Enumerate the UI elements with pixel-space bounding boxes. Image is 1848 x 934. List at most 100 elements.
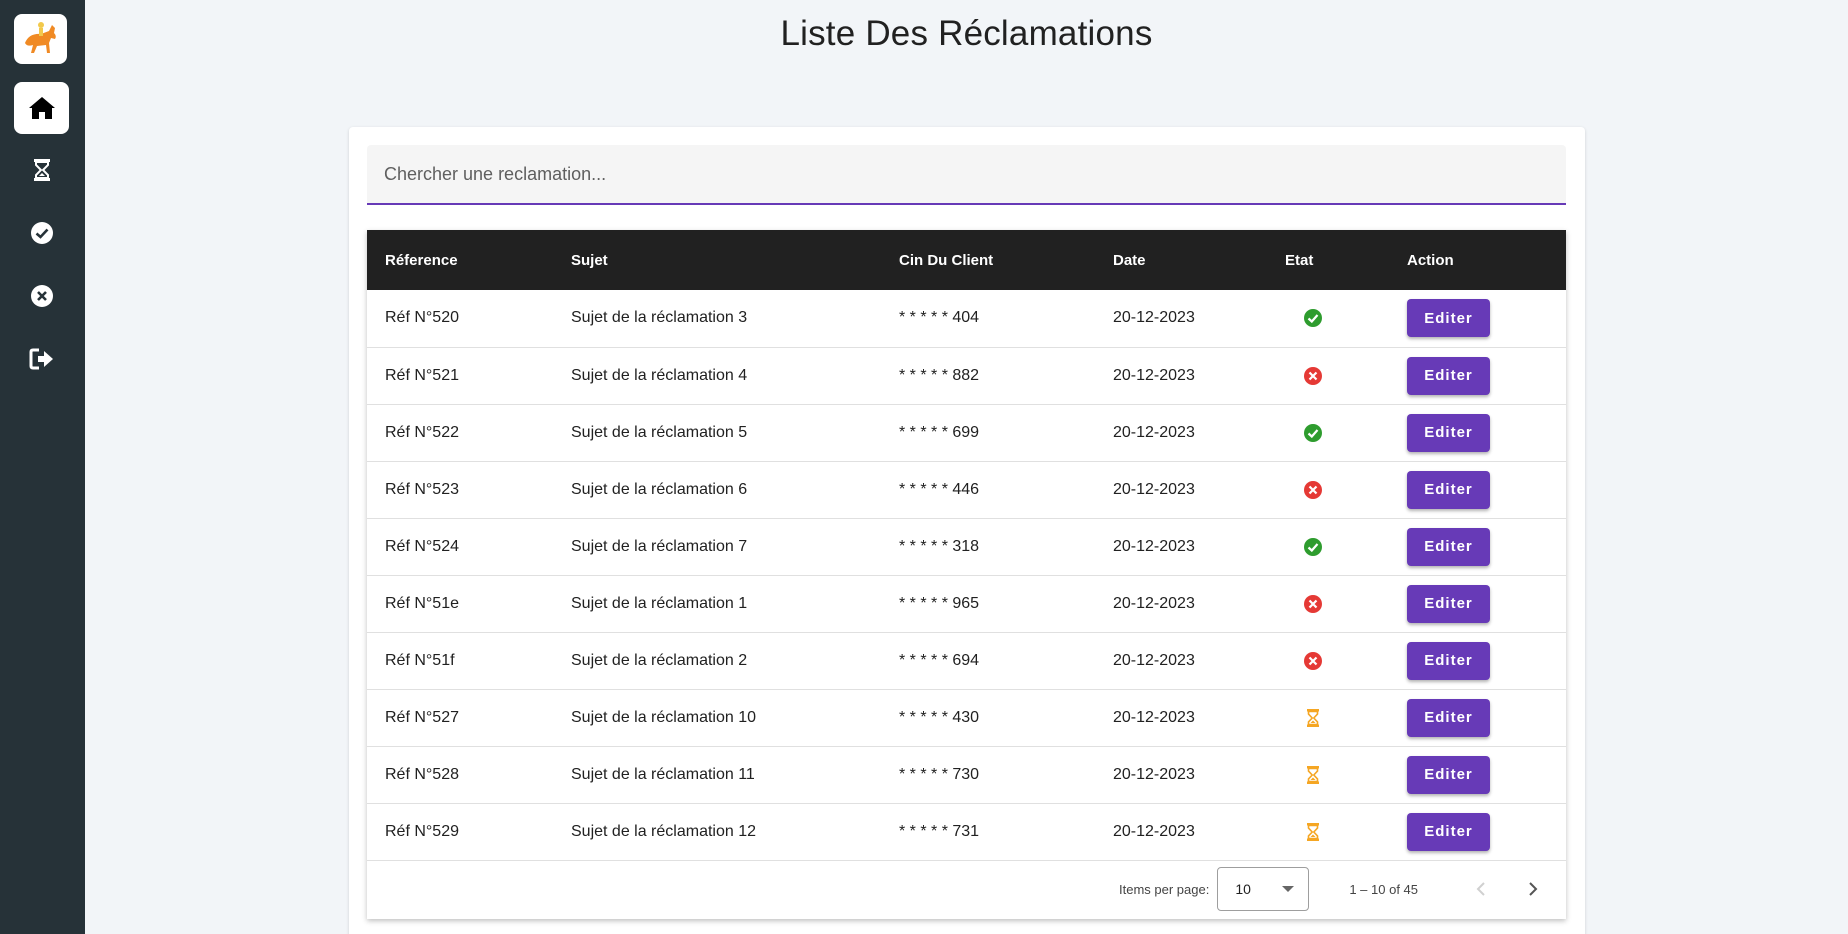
edit-button[interactable]: Editer — [1407, 356, 1490, 395]
x-circle-icon — [1303, 366, 1323, 386]
cell-cin: * * * * * 318 — [899, 537, 980, 555]
cell-etat — [1267, 803, 1389, 860]
cell-etat — [1267, 518, 1389, 575]
cell-date: 20-12-2023 — [1113, 651, 1195, 669]
cell-sujet: Sujet de la réclamation 4 — [571, 366, 748, 384]
cell-cin: * * * * * 694 — [899, 651, 980, 669]
cell-reference: Réf N°520 — [385, 309, 459, 327]
cell-date: 20-12-2023 — [1113, 309, 1195, 327]
cell-etat — [1267, 347, 1389, 404]
cell-action: Editer — [1389, 746, 1566, 803]
search-field[interactable] — [367, 145, 1566, 205]
table-row[interactable]: Réf N°528 Sujet de la réclamation 11 * *… — [367, 746, 1566, 803]
cell-date: 20-12-2023 — [1113, 594, 1195, 612]
table-row[interactable]: Réf N°521 Sujet de la réclamation 4 * * … — [367, 347, 1566, 404]
cell-reference: Réf N°529 — [385, 822, 459, 840]
cell-action: Editer — [1389, 689, 1566, 746]
cell-cin: * * * * * 731 — [899, 822, 980, 840]
table-row[interactable]: Réf N°522 Sujet de la réclamation 5 * * … — [367, 404, 1566, 461]
cell-reference: Réf N°522 — [385, 423, 459, 441]
cell-action: Editer — [1389, 803, 1566, 860]
check-circle-icon — [1303, 423, 1323, 443]
sidebar-item-logout[interactable] — [14, 333, 69, 385]
table-row[interactable]: Réf N°520 Sujet de la réclamation 3 * * … — [367, 290, 1566, 347]
cell-reference: Réf N°524 — [385, 537, 459, 555]
cell-action: Editer — [1389, 518, 1566, 575]
table-row[interactable]: Réf N°523 Sujet de la réclamation 6 * * … — [367, 461, 1566, 518]
edit-button[interactable]: Editer — [1407, 755, 1490, 794]
table-row[interactable]: Réf N°524 Sujet de la réclamation 7 * * … — [367, 518, 1566, 575]
sidebar-item-pending[interactable] — [14, 144, 69, 196]
edit-button[interactable]: Editer — [1407, 698, 1490, 737]
edit-button[interactable]: Editer — [1407, 470, 1490, 509]
logout-icon — [29, 348, 53, 370]
cell-date: 20-12-2023 — [1113, 537, 1195, 555]
cell-etat — [1267, 404, 1389, 461]
table-row[interactable]: Réf N°527 Sujet de la réclamation 10 * *… — [367, 689, 1566, 746]
cell-sujet: Sujet de la réclamation 3 — [571, 309, 748, 327]
next-page-button[interactable] — [1512, 868, 1554, 910]
cell-etat — [1267, 689, 1389, 746]
edit-button[interactable]: Editer — [1407, 812, 1490, 851]
cell-etat — [1267, 575, 1389, 632]
cell-date: 20-12-2023 — [1113, 423, 1195, 441]
home-icon — [28, 97, 55, 119]
page-size-value: 10 — [1235, 881, 1251, 897]
cell-action: Editer — [1389, 461, 1566, 518]
column-header-etat[interactable]: Etat — [1267, 230, 1389, 290]
column-header-cin[interactable]: Cin Du Client — [881, 230, 1095, 290]
cell-reference: Réf N°521 — [385, 366, 459, 384]
edit-button[interactable]: Editer — [1407, 299, 1490, 338]
logo[interactable] — [14, 14, 67, 64]
edit-button[interactable]: Editer — [1407, 413, 1490, 452]
check-circle-icon — [1303, 537, 1323, 557]
edit-button[interactable]: Editer — [1407, 527, 1490, 566]
check-circle-icon — [1303, 308, 1323, 328]
cell-sujet: Sujet de la réclamation 12 — [571, 822, 756, 840]
cell-date: 20-12-2023 — [1113, 480, 1195, 498]
table-row[interactable]: Réf N°51f Sujet de la réclamation 2 * * … — [367, 632, 1566, 689]
cell-date: 20-12-2023 — [1113, 765, 1195, 783]
cell-etat — [1267, 290, 1389, 347]
page-title: Liste Des Réclamations — [780, 14, 1153, 53]
column-header-sujet[interactable]: Sujet — [553, 230, 881, 290]
range-label: 1 – 10 of 45 — [1349, 881, 1418, 897]
sidebar-item-resolved[interactable] — [14, 207, 69, 259]
x-circle-icon — [30, 285, 53, 307]
edit-button[interactable]: Editer — [1407, 584, 1490, 623]
column-header-reference[interactable]: Réference — [367, 230, 553, 290]
cell-date: 20-12-2023 — [1113, 708, 1195, 726]
cell-reference: Réf N°528 — [385, 765, 459, 783]
chevron-left-icon — [1476, 882, 1485, 896]
cell-sujet: Sujet de la réclamation 7 — [571, 537, 748, 555]
cell-sujet: Sujet de la réclamation 2 — [571, 651, 748, 669]
cell-etat — [1267, 746, 1389, 803]
chevron-right-icon — [1529, 882, 1538, 896]
column-header-date[interactable]: Date — [1095, 230, 1267, 290]
hourglass-icon — [33, 159, 50, 181]
hourglass-icon — [1303, 765, 1323, 785]
cell-cin: * * * * * 882 — [899, 366, 980, 384]
cell-reference: Réf N°51f — [385, 651, 455, 669]
horse-rider-logo-icon — [24, 22, 56, 53]
cell-etat — [1267, 632, 1389, 689]
edit-button[interactable]: Editer — [1407, 641, 1490, 680]
reclamations-card: Réference Sujet Cin Du Client Date Etat … — [349, 127, 1585, 934]
table-row[interactable]: Réf N°51e Sujet de la réclamation 1 * * … — [367, 575, 1566, 632]
reclamations-table: Réference Sujet Cin Du Client Date Etat … — [367, 230, 1566, 919]
cell-cin: * * * * * 965 — [899, 594, 980, 612]
cell-sujet: Sujet de la réclamation 1 — [571, 594, 748, 612]
cell-sujet: Sujet de la réclamation 10 — [571, 708, 756, 726]
previous-page-button[interactable] — [1460, 868, 1502, 910]
sidebar-item-rejected[interactable] — [14, 270, 69, 322]
sidebar-item-home[interactable] — [14, 82, 69, 134]
cell-reference: Réf N°523 — [385, 480, 459, 498]
items-per-page-label: Items per page: — [1119, 881, 1210, 897]
cell-action: Editer — [1389, 404, 1566, 461]
page-size-select[interactable]: 10 — [1217, 867, 1310, 911]
search-input[interactable] — [367, 145, 1566, 203]
table-row[interactable]: Réf N°529 Sujet de la réclamation 12 * *… — [367, 803, 1566, 860]
hourglass-icon — [1303, 822, 1323, 842]
check-circle-icon — [30, 222, 53, 244]
table-header-row: Réference Sujet Cin Du Client Date Etat … — [367, 230, 1566, 290]
